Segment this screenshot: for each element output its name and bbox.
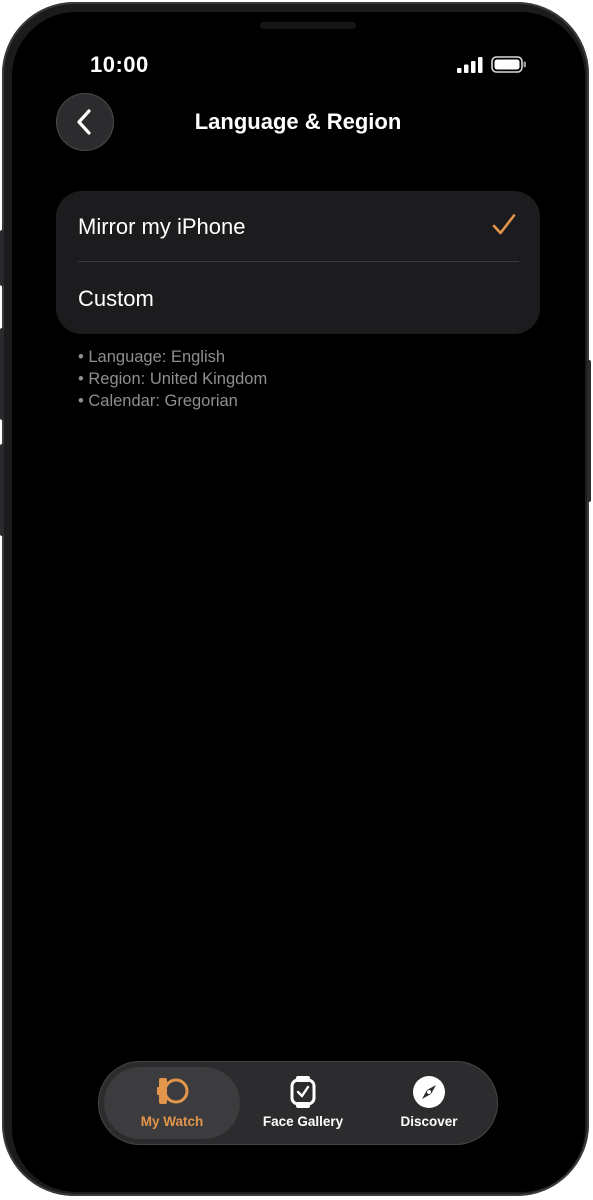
- battery-icon: [491, 56, 526, 73]
- tab-label: Discover: [400, 1114, 458, 1129]
- page-title: Language & Region: [194, 109, 402, 134]
- side-button-action: [0, 230, 4, 286]
- status-icons: [457, 56, 527, 73]
- tab-label: My Watch: [140, 1114, 204, 1129]
- option-mirror-my-iphone[interactable]: Mirror my iPhone: [56, 191, 540, 262]
- back-button[interactable]: [56, 93, 114, 151]
- option-custom[interactable]: Custom: [56, 263, 540, 334]
- checkmark-icon: [492, 214, 516, 235]
- option-label: Custom: [78, 285, 154, 311]
- region-summary: • Language: English • Region: United Kin…: [78, 346, 267, 412]
- side-button-volume-up: [0, 328, 4, 420]
- tab-my-watch[interactable]: My Watch: [104, 1067, 240, 1139]
- compass-icon: [413, 1076, 445, 1108]
- screen: 10:00 Language & Region Mirror my iPhone…: [12, 12, 585, 1192]
- language-region-options: Mirror my iPhone Custom: [56, 191, 540, 334]
- earpiece-speaker: [260, 22, 356, 29]
- info-language: • Language: English: [78, 348, 226, 366]
- tab-bar: My Watch Face Gallery Discover: [98, 1061, 498, 1145]
- chevron-left-icon: [77, 109, 91, 135]
- divider: [78, 261, 519, 262]
- side-button-power: [587, 360, 591, 502]
- watch-face-icon: [290, 1076, 316, 1108]
- tab-discover[interactable]: Discover: [366, 1067, 492, 1139]
- phone-frame: 10:00 Language & Region Mirror my iPhone…: [0, 2, 591, 1196]
- info-region: • Region: United Kingdom: [78, 370, 268, 388]
- info-calendar: • Calendar: Gregorian: [78, 392, 238, 410]
- option-label: Mirror my iPhone: [78, 213, 246, 239]
- status-time: 10:00: [90, 52, 149, 77]
- watch-side-icon: [157, 1078, 189, 1104]
- cellular-signal-icon: [457, 56, 483, 73]
- tab-label: Face Gallery: [262, 1114, 344, 1129]
- side-button-volume-down: [0, 444, 4, 536]
- tab-face-gallery[interactable]: Face Gallery: [240, 1067, 366, 1139]
